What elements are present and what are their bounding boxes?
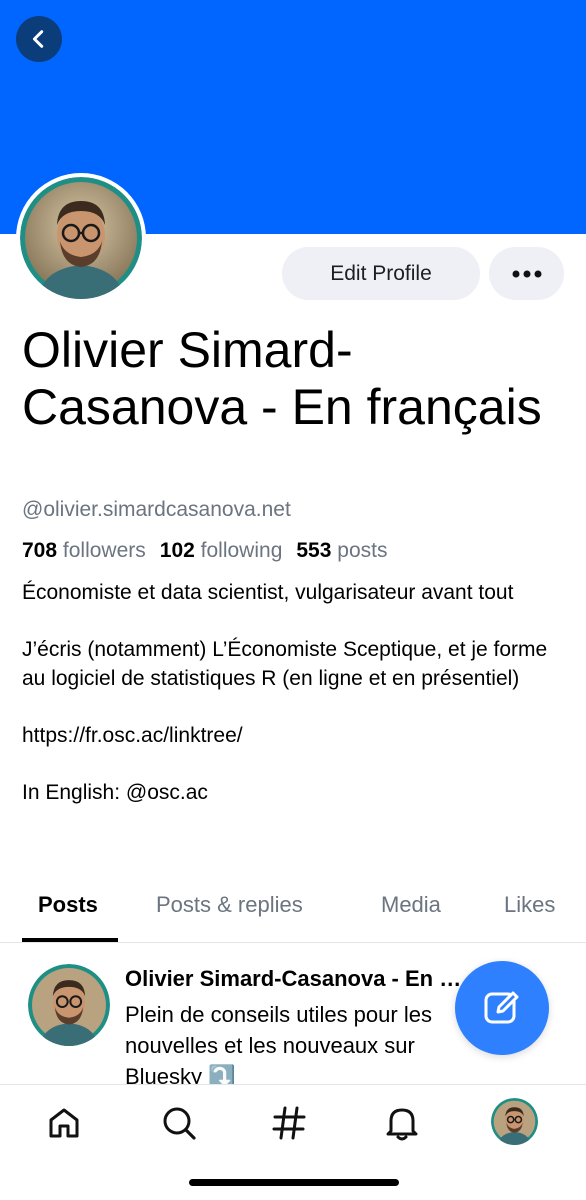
profile-display-name: Olivier Simard-Casanova - En français	[22, 322, 542, 435]
home-icon	[49, 1108, 79, 1138]
post-text: Plein de conseils utiles pour les nouvel…	[125, 1002, 432, 1084]
tab-likes[interactable]: Likes	[504, 892, 555, 918]
nav-feeds[interactable]	[265, 1099, 313, 1147]
home-indicator	[189, 1179, 399, 1186]
ellipsis-icon	[512, 270, 541, 277]
hashtag-icon	[272, 1106, 306, 1140]
edit-profile-button[interactable]: Edit Profile	[282, 247, 480, 300]
profile-handle: @olivier.simardcasanova.net	[22, 498, 291, 521]
compose-button[interactable]	[455, 961, 549, 1055]
compose-icon	[484, 991, 519, 1024]
search-icon	[163, 1107, 196, 1140]
followers-label: followers	[62, 539, 146, 562]
followers-link[interactable]: 708 followers	[22, 539, 146, 562]
posts-label: posts	[337, 539, 388, 562]
profile-avatar[interactable]	[16, 173, 146, 303]
notifications-icon	[386, 1108, 418, 1141]
profile-bio: Économiste et data scientist, vulgarisat…	[22, 579, 567, 807]
bottom-navigation	[0, 1084, 586, 1200]
nav-home[interactable]	[40, 1099, 88, 1147]
tab-media[interactable]: Media	[381, 892, 441, 918]
more-options-button[interactable]	[489, 247, 564, 300]
following-count: 102	[159, 539, 195, 562]
back-button[interactable]	[16, 16, 62, 62]
avatar-photo	[28, 964, 110, 1046]
bio-line: Économiste et data scientist, vulgarisat…	[22, 581, 514, 604]
edit-profile-label: Edit Profile	[330, 261, 432, 285]
chevron-left-icon	[32, 30, 44, 48]
nav-notifications[interactable]	[378, 1099, 426, 1147]
bio-line-mention[interactable]: In English: @osc.ac	[22, 779, 567, 808]
avatar-photo	[491, 1098, 538, 1145]
tab-posts[interactable]: Posts	[38, 892, 98, 918]
tab-posts-replies[interactable]: Posts & replies	[156, 892, 303, 918]
bio-link[interactable]: https://fr.osc.ac/linktree/	[22, 722, 567, 751]
avatar-photo	[20, 177, 142, 299]
nav-search[interactable]	[155, 1099, 203, 1147]
post-author-avatar[interactable]	[28, 964, 110, 1046]
bio-line: J’écris (notamment) L’Économiste Sceptiq…	[22, 638, 548, 690]
profile-tabs: Posts Posts & replies Media Likes	[0, 876, 586, 943]
post-author-name[interactable]: Olivier Simard-Casanova - En français	[125, 966, 465, 992]
followers-count: 708	[22, 539, 58, 562]
nav-profile-avatar[interactable]	[491, 1098, 538, 1145]
profile-stats: 708 followers 102 following 553 posts	[22, 539, 387, 563]
posts-count: 553	[296, 539, 332, 562]
following-label: following	[200, 539, 283, 562]
active-tab-indicator	[22, 938, 118, 942]
posts-stat: 553 posts	[296, 539, 387, 562]
following-link[interactable]: 102 following	[160, 539, 283, 562]
